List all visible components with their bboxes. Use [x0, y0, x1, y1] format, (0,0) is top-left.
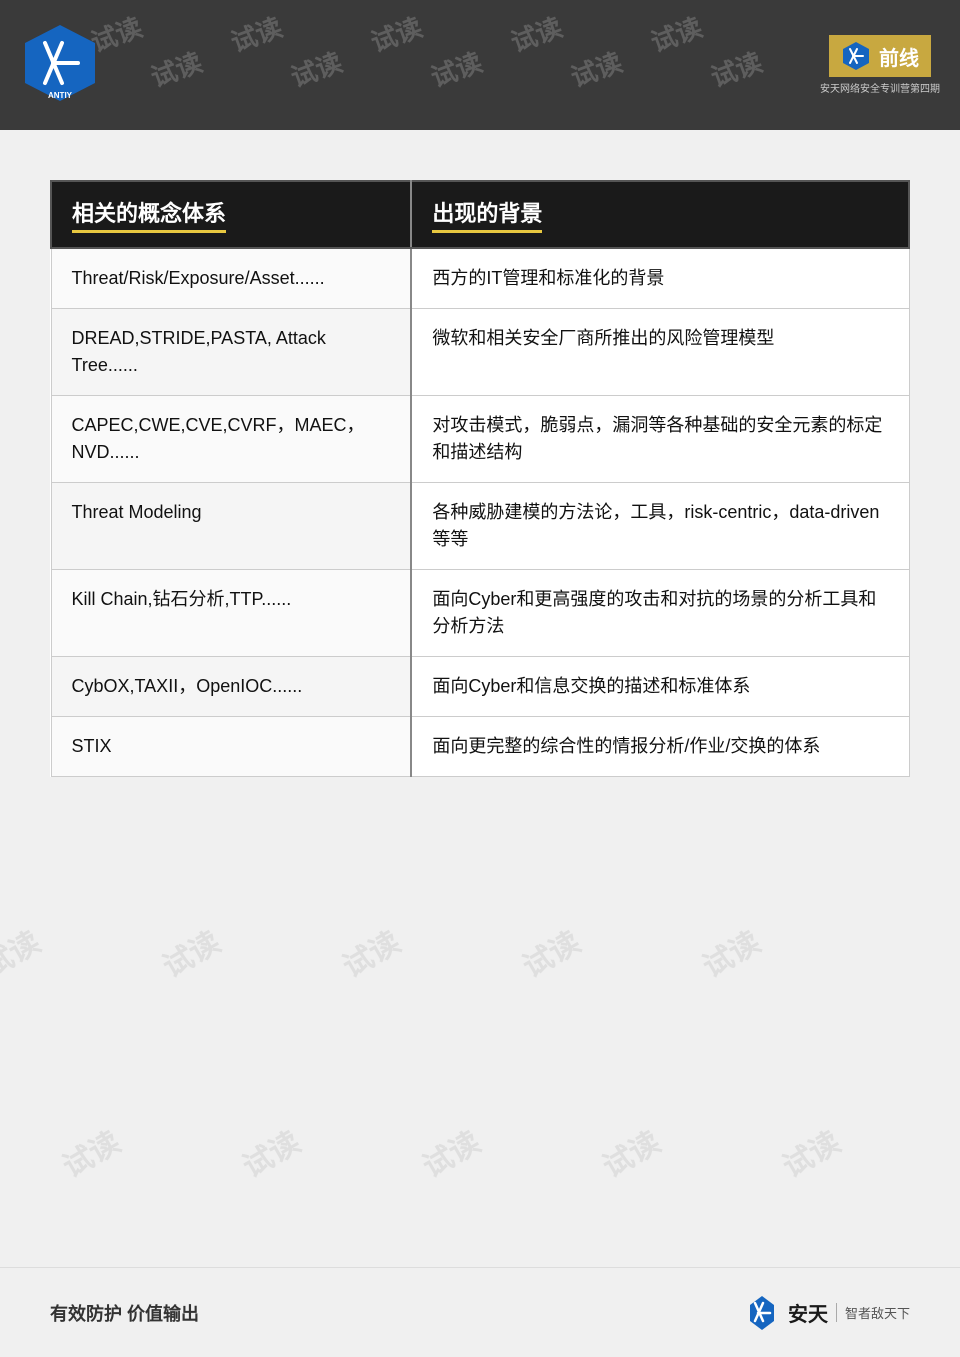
table-cell-left-3: Threat Modeling — [51, 483, 411, 570]
table-cell-right-1: 微软和相关安全厂商所推出的风险管理模型 — [411, 309, 909, 396]
col2-header: 出现的背景 — [411, 181, 909, 248]
table-row: CybOX,TAXII，OpenIOC......面向Cyber和信息交换的描述… — [51, 657, 909, 717]
table-cell-left-5: CybOX,TAXII，OpenIOC...... — [51, 657, 411, 717]
footer-tagline: 有效防护 价值输出 — [50, 1300, 199, 1326]
wm-10: 试读 — [705, 42, 767, 95]
wm-4: 试读 — [505, 7, 567, 60]
body-wm-26: 试读 — [53, 1118, 127, 1186]
wm-1: 试读 — [85, 7, 147, 60]
table-cell-right-3: 各种威胁建模的方法论，工具，risk-centric，data-driven等等 — [411, 483, 909, 570]
table-cell-left-6: STIX — [51, 717, 411, 777]
wm-2: 试读 — [225, 7, 287, 60]
body-wm-25: 试读 — [693, 918, 767, 986]
body-wm-23: 试读 — [333, 918, 407, 986]
footer: 有效防护 价值输出 安天 智者敌天下 — [0, 1267, 960, 1357]
table-cell-right-4: 面向Cyber和更高强度的攻击和对抗的场景的分析工具和分析方法 — [411, 570, 909, 657]
body-wm-27: 试读 — [233, 1118, 307, 1186]
table-row: CAPEC,CWE,CVE,CVRF，MAEC，NVD......对攻击模式，脆… — [51, 396, 909, 483]
header: 试读 试读 试读 试读 试读 试读 试读 试读 试读 试读 ANTIY — [0, 0, 960, 130]
wm-5: 试读 — [645, 7, 707, 60]
footer-brand-name: 安天 — [788, 1304, 828, 1326]
table-row: DREAD,STRIDE,PASTA, Attack Tree......微软和… — [51, 309, 909, 396]
body-wm-28: 试读 — [413, 1118, 487, 1186]
footer-logo-area: 安天 智者敌天下 — [744, 1295, 910, 1331]
wm-9: 试读 — [565, 42, 627, 95]
footer-lightning-icon — [744, 1295, 780, 1331]
col2-header-text: 出现的背景 — [432, 196, 542, 233]
table-header-row: 相关的概念体系 出现的背景 — [51, 181, 909, 248]
body-wm-29: 试读 — [593, 1118, 667, 1186]
table-cell-left-0: Threat/Risk/Exposure/Asset...... — [51, 248, 411, 309]
table-cell-right-2: 对攻击模式，脆弱点，漏洞等各种基础的安全元素的标定和描述结构 — [411, 396, 909, 483]
table-row: STIX面向更完整的综合性的情报分析/作业/交换的体系 — [51, 717, 909, 777]
table-cell-right-5: 面向Cyber和信息交换的描述和标准体系 — [411, 657, 909, 717]
wm-8: 试读 — [425, 42, 487, 95]
body-wm-22: 试读 — [153, 918, 227, 986]
wm-7: 试读 — [285, 42, 347, 95]
body-wm-24: 试读 — [513, 918, 587, 986]
table-cell-left-2: CAPEC,CWE,CVE,CVRF，MAEC，NVD...... — [51, 396, 411, 483]
table-cell-left-4: Kill Chain,钻石分析,TTP...... — [51, 570, 411, 657]
header-watermarks: 试读 试读 试读 试读 试读 试读 试读 试读 试读 试读 — [0, 0, 960, 130]
col1-header: 相关的概念体系 — [51, 181, 411, 248]
body-wm-21: 试读 — [0, 918, 47, 986]
table-row: Threat Modeling各种威胁建模的方法论，工具，risk-centri… — [51, 483, 909, 570]
table-row: Threat/Risk/Exposure/Asset......西方的IT管理和… — [51, 248, 909, 309]
table-row: Kill Chain,钻石分析,TTP......面向Cyber和更高强度的攻击… — [51, 570, 909, 657]
table-cell-right-0: 西方的IT管理和标准化的背景 — [411, 248, 909, 309]
footer-brand-slogan: 智者敌天下 — [836, 1303, 910, 1322]
wm-3: 试读 — [365, 7, 427, 60]
footer-brand-text: 安天 — [788, 1298, 828, 1327]
table-cell-right-6: 面向更完整的综合性的情报分析/作业/交换的体系 — [411, 717, 909, 777]
concept-table: 相关的概念体系 出现的背景 Threat/Risk/Exposure/Asset… — [50, 180, 910, 777]
body-wm-30: 试读 — [773, 1118, 847, 1186]
footer-slogan-text: 智者敌天下 — [845, 1306, 910, 1321]
wm-6: 试读 — [145, 42, 207, 95]
col1-header-text: 相关的概念体系 — [72, 196, 226, 233]
main-content: 相关的概念体系 出现的背景 Threat/Risk/Exposure/Asset… — [0, 130, 960, 817]
table-cell-left-1: DREAD,STRIDE,PASTA, Attack Tree...... — [51, 309, 411, 396]
